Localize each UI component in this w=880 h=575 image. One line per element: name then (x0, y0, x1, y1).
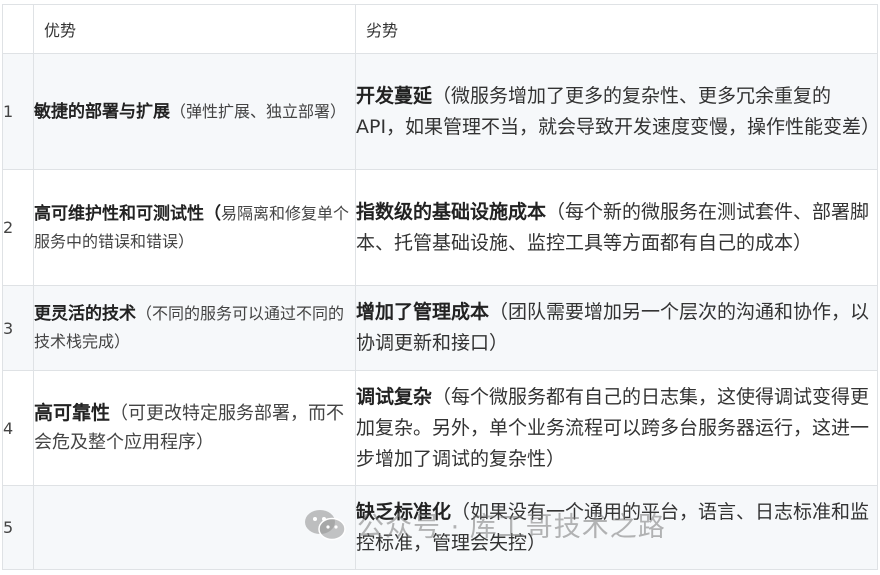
advantage-cell: 敏捷的部署与扩展（弹性扩展、独立部署） (33, 53, 356, 170)
advantage-title: 敏捷的部署与扩展 (34, 101, 170, 122)
table-row: 2 高可维护性和可测试性（易隔离和修复单个服务中的错误和错误） 指数级的基础设施… (2, 169, 878, 286)
disadvantage-title: 调试复杂 (356, 385, 433, 408)
advantage-cell: 高可维护性和可测试性（易隔离和修复单个服务中的错误和错误） (33, 169, 356, 286)
header-advantages-cell: 优势 (33, 4, 356, 54)
comparison-table: 优势 劣势 1 敏捷的部署与扩展（弹性扩展、独立部署） 开发蔓延（微服务增加了更… (2, 4, 880, 570)
disadvantage-title: 缺乏标准化 (356, 500, 452, 523)
row-index: 5 (2, 485, 34, 570)
header-index-cell (2, 4, 34, 54)
row-index: 1 (2, 53, 34, 170)
disadvantage-title: 增加了管理成本 (356, 301, 490, 323)
table-row: 3 更灵活的技术（不同的服务可以通过不同的技术栈完成） 增加了管理成本（团队需要… (2, 285, 878, 371)
disadvantage-description: （微服务增加了更多的复杂性、更多冗余重复的API，如果管理不当，就会导致开发速度… (356, 84, 880, 138)
header-disadvantages-cell: 劣势 (355, 4, 878, 54)
table-header-row: 优势 劣势 (2, 4, 878, 54)
advantage-title: 高可维护性和可测试性（ (34, 203, 221, 224)
advantage-title: 高可靠性 (34, 402, 111, 424)
disadvantage-cell: 指数级的基础设施成本（每个新的微服务在测试套件、部署脚本、托管基础设施、监控工具… (355, 169, 878, 286)
table-row: 1 敏捷的部署与扩展（弹性扩展、独立部署） 开发蔓延（微服务增加了更多的复杂性、… (2, 53, 880, 170)
disadvantage-cell: 调试复杂（每个微服务都有自己的日志集，这使得调试变得更加复杂。另外，单个业务流程… (355, 370, 878, 486)
advantage-title: 更灵活的技术 (34, 304, 136, 324)
row-index: 2 (2, 169, 34, 286)
disadvantage-cell: 增加了管理成本（团队需要增加另一个层次的沟通和协作，以协调更新和接口） (355, 285, 878, 371)
row-index: 3 (2, 285, 34, 371)
disadvantage-title: 开发蔓延 (356, 84, 433, 107)
table-row: 4 高可靠性（可更改特定服务部署，而不会危及整个应用程序） 调试复杂（每个微服务… (2, 370, 878, 486)
disadvantage-title: 指数级的基础设施成本 (356, 200, 547, 223)
advantage-description: （弹性扩展、独立部署） (170, 101, 347, 121)
advantage-cell: 高可靠性（可更改特定服务部署，而不会危及整个应用程序） (33, 370, 356, 486)
advantage-cell (33, 485, 356, 570)
advantage-cell: 更灵活的技术（不同的服务可以通过不同的技术栈完成） (33, 285, 356, 371)
row-index: 4 (2, 370, 34, 486)
disadvantage-cell: 开发蔓延（微服务增加了更多的复杂性、更多冗余重复的API，如果管理不当，就会导致… (355, 53, 880, 170)
disadvantage-description: （每个微服务都有自己的日志集，这使得调试变得更加复杂。另外，单个业务流程可以跨多… (356, 385, 870, 470)
table-row: 5 缺乏标准化（如果没有一个通用的平台，语言、日志标准和监控标准，管理会失控） (2, 485, 878, 570)
disadvantage-cell: 缺乏标准化（如果没有一个通用的平台，语言、日志标准和监控标准，管理会失控） (355, 485, 878, 570)
